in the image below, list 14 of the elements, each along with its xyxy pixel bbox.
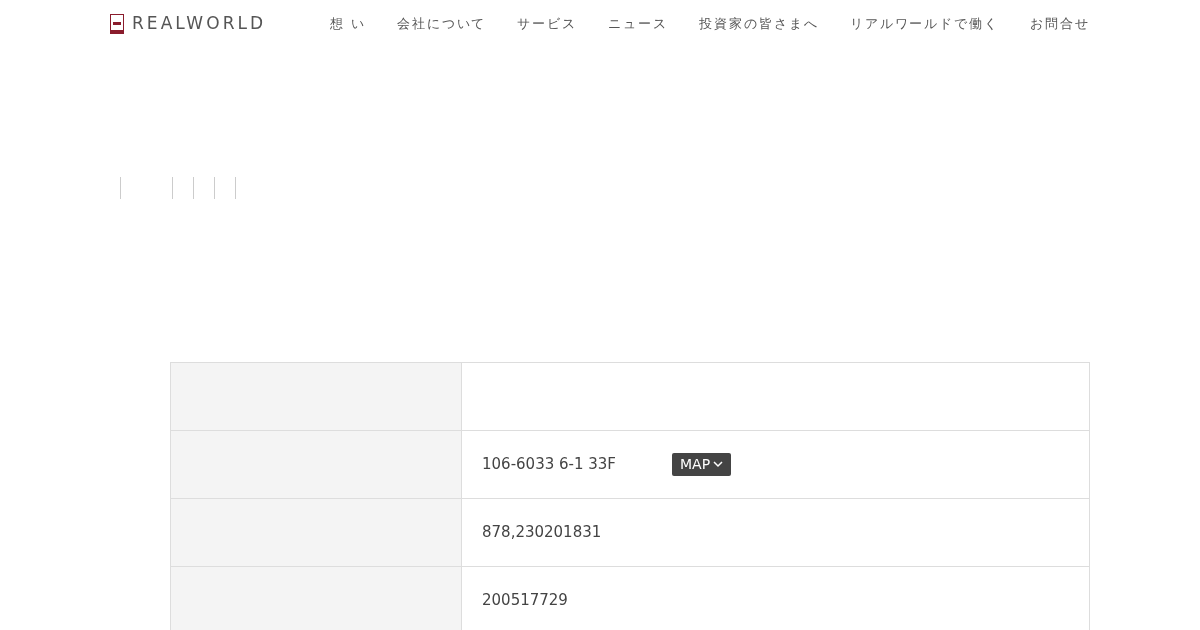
map-button[interactable]: MAP — [672, 453, 732, 476]
nav-link[interactable]: サービス — [517, 14, 578, 34]
table-cell-text: 106-6033 6-1 33F — [482, 454, 617, 476]
nav-link[interactable]: ニュース — [608, 14, 669, 34]
nav-link[interactable]: 会社について — [396, 14, 487, 34]
table-cell-text: 200517729 — [482, 590, 569, 612]
logo-text: REALWORLD — [132, 12, 267, 36]
nav-link[interactable]: リアルワールドで働く — [849, 14, 1000, 34]
table-cell-text: 878,230201831 — [482, 522, 603, 544]
nav-link[interactable]: お問合せ — [1030, 14, 1090, 34]
nav-link[interactable]: 想 い — [329, 14, 366, 34]
chevron-down-icon — [713, 461, 724, 468]
logo-icon — [110, 14, 124, 34]
nav-link[interactable]: 投資家の皆さまへ — [699, 14, 819, 34]
